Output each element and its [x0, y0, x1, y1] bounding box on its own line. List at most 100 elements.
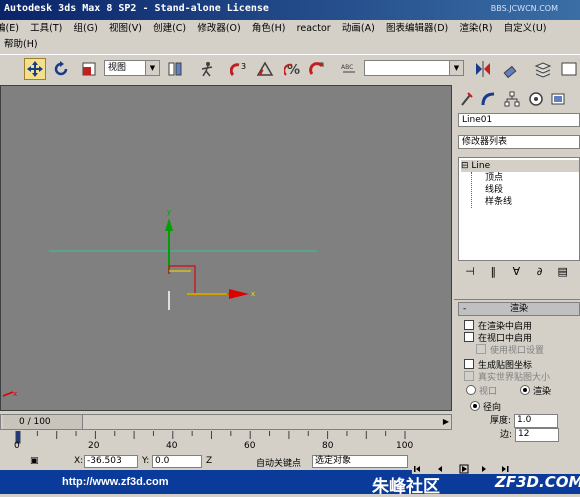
reference-coord-value: 视图 — [108, 63, 127, 73]
pivot-center-icon[interactable] — [164, 58, 186, 80]
track-bar[interactable]: 0 20 40 60 80 100 — [0, 430, 452, 453]
autokey-label[interactable]: 自动关键点 — [256, 456, 301, 469]
y-coord-field[interactable]: 0.0 — [152, 455, 202, 468]
select-move-icon[interactable] — [24, 58, 46, 80]
rendering-rollout-header[interactable]: - 渲染 — [458, 302, 580, 316]
show-end-result-icon[interactable]: ‖ — [483, 265, 503, 278]
named-selection-set[interactable]: ▼ — [364, 60, 464, 76]
stack-item-line-label: ⊟ Line — [461, 161, 491, 171]
thickness-label: 厚度: — [490, 416, 512, 426]
checkbox-box — [464, 371, 474, 381]
z-label: Z — [206, 456, 213, 466]
spinner-snap-icon[interactable] — [306, 58, 328, 80]
select-scale-icon[interactable] — [78, 58, 100, 80]
radio-viewport[interactable]: 视口 — [466, 384, 497, 397]
object-name-value: Line01 — [462, 115, 493, 125]
menu-rendering[interactable]: 渲染(R) — [455, 21, 496, 37]
menu-edit[interactable]: 编(E) — [0, 21, 23, 37]
lock-selection-icon[interactable]: ▣ — [30, 456, 39, 466]
radio-circle — [520, 385, 530, 395]
menu-create[interactable]: 创建(C) — [149, 21, 190, 37]
menu-bar: 编(E) 工具(T) 组(G) 视图(V) 创建(C) 修改器(O) 角色(H)… — [0, 20, 580, 54]
checkbox-box — [464, 320, 474, 330]
watermark-banner: http://www.zf3d.com 朱峰社区 ZF3D.COM — [0, 464, 580, 497]
curve-editor-icon[interactable] — [558, 58, 580, 80]
snap-3d-icon[interactable]: 3 — [228, 58, 250, 80]
stack-item-spline[interactable]: 样条线 — [485, 196, 512, 208]
world-axis-tripod: x — [2, 390, 17, 398]
sides-label: 边: — [500, 430, 513, 440]
track-bar-ticks — [15, 430, 406, 444]
menu-reactor[interactable]: reactor — [293, 21, 335, 37]
tick-label: 80 — [322, 441, 334, 451]
checkbox-label: 使用视口设置 — [490, 346, 545, 356]
modify-tab-icon[interactable] — [478, 89, 498, 109]
menu-graph-editors[interactable]: 图表编辑器(D) — [382, 21, 452, 37]
stack-controls: ⊣ ‖ ∀ ∂ ▤ — [460, 265, 580, 283]
make-unique-icon[interactable]: ∀ — [506, 265, 526, 278]
radio-radial[interactable]: 径向 — [470, 400, 501, 413]
stack-tree-connector — [471, 172, 473, 208]
tick-label: 0 — [14, 441, 20, 451]
layer-icon[interactable] — [532, 58, 554, 80]
menu-customize[interactable]: 自定义(U) — [500, 21, 551, 37]
menu-group[interactable]: 组(G) — [70, 21, 102, 37]
transform-gizmo[interactable]: y x — [165, 208, 255, 310]
viewport-perspective[interactable]: y x x — [0, 85, 452, 411]
object-name-field[interactable]: Line01 — [458, 113, 580, 127]
mirror-icon[interactable] — [472, 58, 494, 80]
motion-tab-icon[interactable] — [526, 89, 546, 109]
menu-modifiers[interactable]: 修改器(O) — [193, 21, 244, 37]
stack-item-vertex[interactable]: 顶点 — [485, 172, 503, 184]
collapse-icon: - — [463, 304, 467, 314]
hierarchy-tab-icon[interactable] — [502, 89, 522, 109]
modifier-list-dropdown[interactable]: 修改器列表 — [458, 135, 580, 149]
menu-row-2: 帮助(H) — [0, 37, 42, 53]
display-tab-icon[interactable] — [548, 89, 568, 109]
time-slider-thumb[interactable]: 0 / 100 — [3, 415, 83, 429]
svg-text:3: 3 — [241, 62, 246, 71]
checkbox-real-world-map-size: 真实世界贴图大小 — [464, 370, 550, 383]
footer-domain: ZF3D.COM — [495, 473, 580, 491]
next-frame-icon[interactable]: ▶ — [443, 417, 449, 426]
thickness-spinner[interactable]: 厚度: 1.0 — [490, 413, 559, 428]
angle-snap-icon[interactable] — [254, 58, 276, 80]
named-selection-icon[interactable]: ABC — [338, 58, 360, 80]
menu-help[interactable]: 帮助(H) — [0, 37, 42, 53]
radio-circle — [466, 385, 476, 395]
menu-tools[interactable]: 工具(T) — [26, 21, 66, 37]
checkbox-use-viewport-settings: 使用视口设置 — [476, 343, 544, 356]
key-filter-select[interactable]: 选定对象 — [312, 455, 408, 468]
command-panel: Line01 修改器列表 ⊟ Line 顶点 线段 样条线 ⊣ ‖ ∀ ∂ ▤ … — [452, 85, 580, 465]
select-link-icon[interactable] — [196, 58, 218, 80]
select-rotate-icon[interactable] — [50, 58, 72, 80]
checkbox-box — [464, 359, 474, 369]
footer-url[interactable]: http://www.zf3d.com — [62, 476, 169, 488]
pin-stack-icon[interactable]: ⊣ — [460, 265, 480, 278]
y-label: Y: — [142, 456, 150, 466]
menu-views[interactable]: 视图(V) — [105, 21, 146, 37]
reference-coord-select[interactable]: 视图 ▼ — [104, 60, 160, 76]
footer-brand: 朱峰社区 — [372, 477, 440, 497]
radio-renderer[interactable]: 渲染 — [520, 384, 551, 397]
menu-animation[interactable]: 动画(A) — [338, 21, 379, 37]
create-tab-icon[interactable] — [456, 89, 476, 109]
thickness-input[interactable]: 1.0 — [514, 413, 559, 428]
rendering-rollout-title: 渲染 — [509, 304, 528, 314]
modifier-stack: ⊟ Line 顶点 线段 样条线 — [458, 157, 580, 261]
sides-spinner[interactable]: 边: 12 — [500, 427, 560, 442]
stack-item-line[interactable]: ⊟ Line — [461, 160, 579, 172]
menu-character[interactable]: 角色(H) — [248, 21, 290, 37]
sides-input[interactable]: 12 — [515, 427, 560, 442]
radio-label: 渲染 — [533, 387, 552, 397]
stack-item-segment[interactable]: 线段 — [485, 184, 503, 196]
align-icon[interactable] — [500, 58, 522, 80]
title-bar: Autodesk 3ds Max 8 SP2 - Stand-alone Lic… — [0, 0, 580, 20]
percent-snap-icon[interactable]: % — [282, 58, 304, 80]
x-coord-field[interactable]: -36.503 — [84, 455, 138, 468]
frame-counter: 0 / 100 — [19, 417, 51, 427]
remove-modifier-icon[interactable]: ∂ — [530, 265, 550, 278]
chevron-down-icon: ▼ — [449, 61, 463, 75]
configure-modifier-sets-icon[interactable]: ▤ — [553, 265, 573, 278]
time-slider[interactable]: 0 / 100 ▶ — [0, 414, 452, 430]
